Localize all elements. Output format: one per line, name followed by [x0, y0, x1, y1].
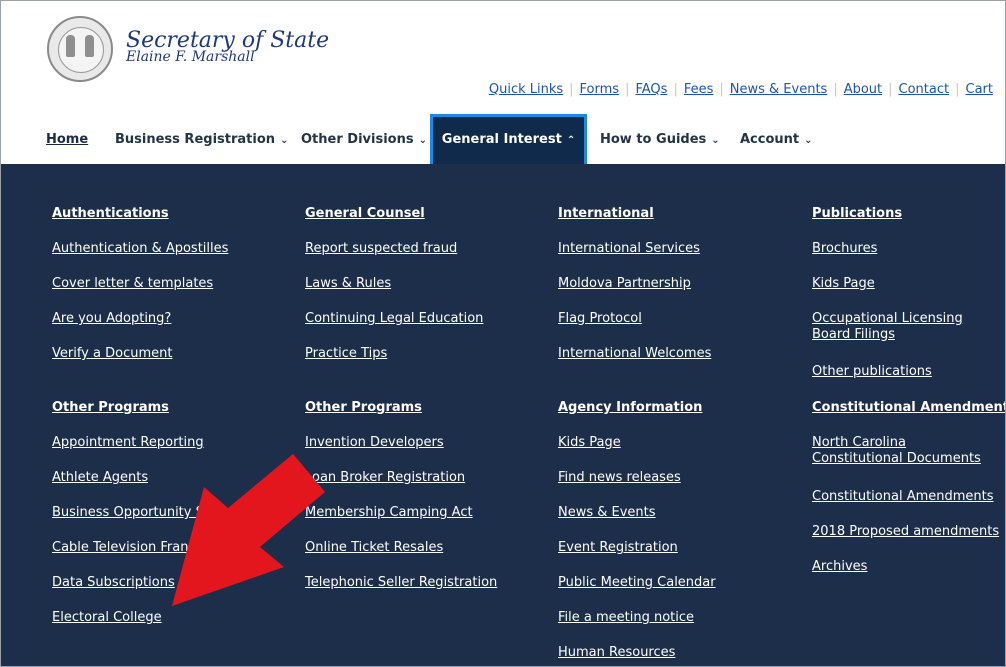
- nav-general-interest[interactable]: General Interest ⌃: [430, 114, 587, 164]
- menu-heading-other-programs[interactable]: Other Programs: [305, 400, 422, 416]
- menu-link[interactable]: North Carolina Constitutional Documents: [812, 435, 998, 467]
- menu-link[interactable]: International Welcomes: [558, 346, 711, 362]
- seal-inner-ring: [58, 27, 104, 73]
- menu-link[interactable]: Occupational Licensing Board Filings: [812, 311, 998, 343]
- menu-link[interactable]: Data Subscriptions: [52, 575, 175, 591]
- menu-heading-constitutional-amendments[interactable]: Constitutional Amendments: [812, 400, 1005, 416]
- state-seal-icon[interactable]: [47, 16, 113, 82]
- faqs-link[interactable]: FAQs: [635, 82, 667, 97]
- chevron-down-icon: ⌄: [711, 135, 720, 146]
- divider: |: [955, 82, 960, 97]
- menu-link[interactable]: Kids Page: [812, 276, 875, 292]
- menu-link[interactable]: File a meeting notice: [558, 610, 694, 626]
- divider: |: [833, 82, 838, 97]
- quick-links-bar: Quick Links | Forms | FAQs | Fees | News & Event…: [489, 82, 993, 97]
- seal-figure-left: [66, 35, 75, 57]
- divider: |: [719, 82, 724, 97]
- divider: |: [888, 82, 893, 97]
- menu-heading-other-programs[interactable]: Other Programs: [52, 400, 169, 416]
- nav-home-label: Home: [46, 132, 89, 147]
- cart-link[interactable]: Cart: [966, 82, 994, 97]
- menu-heading-general-counsel[interactable]: General Counsel: [305, 206, 425, 222]
- chevron-down-icon: ⌄: [418, 135, 427, 146]
- menu-link[interactable]: Membership Camping Act: [305, 505, 473, 521]
- menu-link[interactable]: International Services: [558, 241, 700, 257]
- nav-how-to-guides[interactable]: How to Guides ⌄: [600, 114, 720, 164]
- menu-link[interactable]: Find news releases: [558, 470, 681, 486]
- fees-link[interactable]: Fees: [684, 82, 714, 97]
- menu-link[interactable]: Flag Protocol: [558, 311, 642, 327]
- menu-link[interactable]: Are you Adopting?: [52, 311, 171, 327]
- menu-link[interactable]: Laws & Rules: [305, 276, 391, 292]
- menu-link[interactable]: Verify a Document: [52, 346, 172, 362]
- divider: |: [673, 82, 678, 97]
- menu-heading-authentications[interactable]: Authentications: [52, 206, 169, 222]
- nav-other-divisions[interactable]: Other Divisions ⌄: [301, 114, 427, 164]
- menu-link[interactable]: Cover letter & templates: [52, 276, 213, 292]
- nav-label: How to Guides: [600, 132, 707, 147]
- menu-heading-publications[interactable]: Publications: [812, 206, 902, 222]
- nav-label: Business Registration: [115, 132, 276, 147]
- menu-link[interactable]: Cable Television Franchise: [52, 540, 222, 556]
- menu-link[interactable]: Constitutional Amendments: [812, 489, 994, 505]
- menu-link[interactable]: Kids Page: [558, 435, 621, 451]
- nav-label: Account: [740, 132, 800, 147]
- menu-link[interactable]: Loan Broker Registration: [305, 470, 465, 486]
- menu-link[interactable]: Report suspected fraud: [305, 241, 457, 257]
- menu-link[interactable]: Invention Developers: [305, 435, 444, 451]
- menu-link[interactable]: Human Resources: [558, 645, 675, 661]
- site-subtitle: Elaine F. Marshall: [126, 49, 255, 65]
- menu-link[interactable]: Archives: [812, 559, 867, 575]
- menu-link[interactable]: Other publications: [812, 364, 932, 380]
- browser-viewport: Secretary of State Elaine F. Marshall Qu…: [0, 0, 1006, 667]
- menu-heading-agency-information[interactable]: Agency Information: [558, 400, 702, 416]
- menu-link[interactable]: Practice Tips: [305, 346, 387, 362]
- menu-link[interactable]: Event Registration: [558, 540, 678, 556]
- quick-links-link[interactable]: Quick Links: [489, 82, 563, 97]
- menu-link-electoral-college[interactable]: Electoral College: [52, 610, 162, 626]
- nav-account[interactable]: Account ⌄: [740, 114, 813, 164]
- chevron-down-icon: ⌄: [280, 135, 289, 146]
- contact-link[interactable]: Contact: [899, 82, 950, 97]
- general-interest-dropdown: Authentications Authentication & Apostil…: [1, 164, 1005, 666]
- menu-heading-international[interactable]: International: [558, 206, 654, 222]
- about-link[interactable]: About: [844, 82, 882, 97]
- divider: |: [569, 82, 574, 97]
- menu-link[interactable]: Authentication & Apostilles: [52, 241, 228, 257]
- chevron-down-icon: ⌄: [804, 135, 813, 146]
- main-nav: Home Business Registration ⌄ Other Divisi…: [1, 114, 1005, 164]
- menu-link[interactable]: Business Opportunity Sales: [52, 505, 230, 521]
- menu-link[interactable]: Athlete Agents: [52, 470, 148, 486]
- menu-link[interactable]: Brochures: [812, 241, 877, 257]
- menu-link[interactable]: Telephonic Seller Registration: [305, 575, 497, 591]
- nav-business-registration[interactable]: Business Registration ⌄: [115, 114, 288, 164]
- site-header: Secretary of State Elaine F. Marshall Qu…: [1, 1, 1005, 113]
- menu-link[interactable]: Online Ticket Resales: [305, 540, 443, 556]
- menu-link[interactable]: Continuing Legal Education: [305, 311, 483, 327]
- news-events-link[interactable]: News & Events: [730, 82, 828, 97]
- nav-home[interactable]: Home: [46, 114, 88, 164]
- menu-link[interactable]: News & Events: [558, 505, 656, 521]
- nav-label: Other Divisions: [301, 132, 414, 147]
- menu-link[interactable]: 2018 Proposed amendments: [812, 524, 999, 540]
- menu-link[interactable]: Moldova Partnership: [558, 276, 691, 292]
- divider: |: [625, 82, 630, 97]
- menu-link[interactable]: Appointment Reporting: [52, 435, 204, 451]
- seal-figure-right: [85, 35, 94, 57]
- nav-label: General Interest: [441, 132, 562, 147]
- chevron-up-icon: ⌃: [566, 135, 576, 146]
- forms-link[interactable]: Forms: [580, 82, 620, 97]
- menu-link[interactable]: Public Meeting Calendar: [558, 575, 716, 591]
